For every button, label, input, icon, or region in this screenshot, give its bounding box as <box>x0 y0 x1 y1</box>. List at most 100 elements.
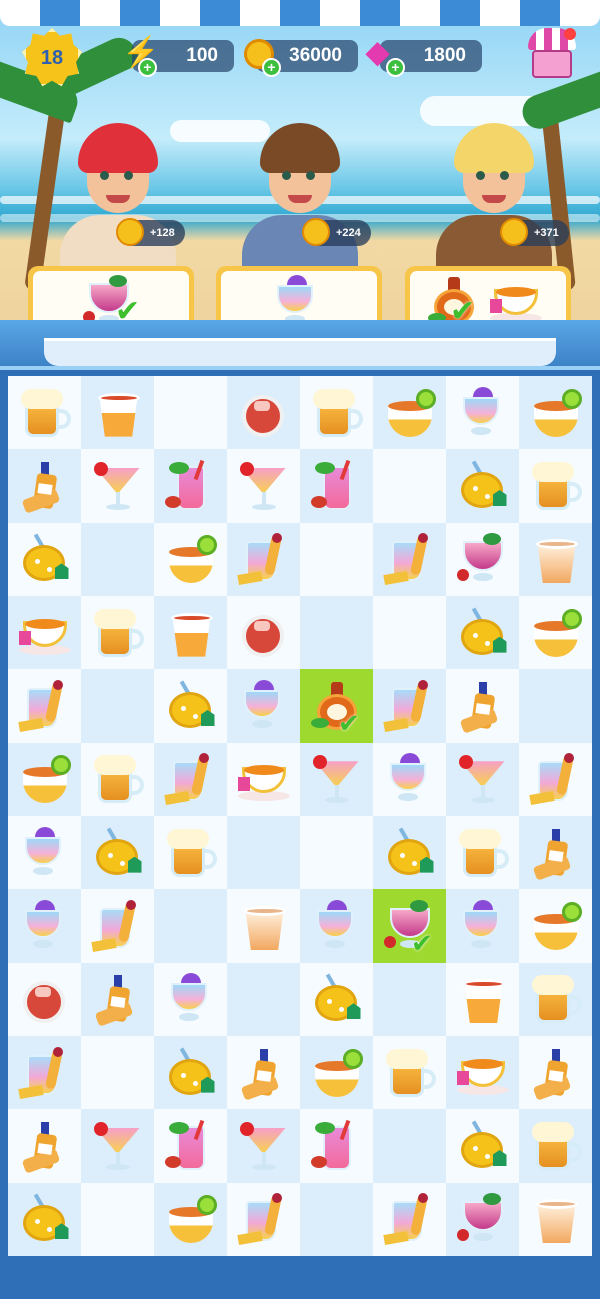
board-cell[interactable] <box>373 742 446 816</box>
board-cell[interactable] <box>519 449 592 523</box>
board-cell[interactable] <box>81 376 154 450</box>
board-cell[interactable] <box>300 1109 373 1183</box>
board-cell[interactable] <box>300 376 373 450</box>
board-cell[interactable] <box>81 1035 154 1110</box>
board-cell[interactable] <box>373 1182 446 1256</box>
board-cell[interactable] <box>227 669 300 743</box>
board-cell[interactable] <box>519 376 592 450</box>
board-cell[interactable] <box>519 815 592 890</box>
board-cell[interactable] <box>81 449 154 523</box>
board-cell[interactable] <box>373 815 446 890</box>
board-cell[interactable] <box>300 449 373 523</box>
board-cell[interactable] <box>81 522 154 596</box>
board-cell[interactable] <box>227 1109 300 1183</box>
board-cell[interactable] <box>227 522 300 596</box>
board-cell[interactable] <box>300 889 373 963</box>
board-cell[interactable] <box>81 595 154 670</box>
board-cell[interactable] <box>446 1182 519 1256</box>
board-cell[interactable] <box>81 1109 154 1183</box>
board-cell[interactable] <box>300 742 373 816</box>
add-gems-icon[interactable]: + <box>386 58 405 77</box>
board-cell[interactable] <box>227 742 300 816</box>
board-cell[interactable] <box>8 1109 81 1183</box>
board-cell[interactable] <box>373 376 446 450</box>
board-cell[interactable] <box>227 889 300 963</box>
board-cell[interactable] <box>81 962 154 1036</box>
board-cell[interactable] <box>227 376 300 450</box>
shop-button[interactable] <box>526 28 578 80</box>
board-cell[interactable] <box>446 449 519 523</box>
board-cell[interactable] <box>154 1035 227 1110</box>
board-cell[interactable] <box>446 889 519 963</box>
board-cell[interactable] <box>8 522 81 596</box>
board-cell[interactable] <box>300 962 373 1036</box>
add-coins-icon[interactable]: + <box>262 58 281 77</box>
board-cell[interactable] <box>154 1182 227 1256</box>
board-cell[interactable] <box>373 962 446 1036</box>
board-cell[interactable] <box>8 376 81 450</box>
board-cell[interactable] <box>227 1035 300 1110</box>
board-cell[interactable] <box>8 669 81 743</box>
board-cell[interactable] <box>446 815 519 890</box>
board-cell[interactable] <box>446 522 519 596</box>
board-cell[interactable] <box>154 449 227 523</box>
board-cell[interactable] <box>81 815 154 890</box>
board-cell[interactable] <box>300 595 373 670</box>
board-cell[interactable] <box>519 742 592 816</box>
board-cell[interactable] <box>446 962 519 1036</box>
coins-counter[interactable]: + 36000 <box>244 39 358 77</box>
board-cell[interactable] <box>519 1035 592 1110</box>
board-cell[interactable] <box>519 1109 592 1183</box>
board-cell[interactable] <box>227 1182 300 1256</box>
board-cell[interactable] <box>227 449 300 523</box>
board-cell[interactable] <box>154 962 227 1036</box>
board-cell[interactable]: ✔ <box>373 889 446 963</box>
board-cell[interactable] <box>81 669 154 743</box>
board-cell[interactable] <box>8 815 81 890</box>
board-cell[interactable] <box>373 522 446 596</box>
board-cell[interactable] <box>446 595 519 670</box>
board-cell[interactable] <box>373 449 446 523</box>
board-cell[interactable] <box>373 669 446 743</box>
board-cell[interactable] <box>300 815 373 890</box>
board-cell[interactable] <box>446 376 519 450</box>
board-cell[interactable] <box>154 376 227 450</box>
board-cell[interactable] <box>446 1109 519 1183</box>
board-cell[interactable] <box>519 595 592 670</box>
board-cell[interactable] <box>446 1035 519 1110</box>
board-cell[interactable] <box>8 962 81 1036</box>
board-cell[interactable] <box>81 1182 154 1256</box>
board-cell[interactable] <box>81 889 154 963</box>
board-cell[interactable] <box>300 1035 373 1110</box>
board-cell[interactable] <box>300 522 373 596</box>
energy-counter[interactable]: ⚡ + 100 <box>122 38 234 77</box>
board-cell[interactable] <box>8 742 81 816</box>
customer-1[interactable] <box>52 115 182 285</box>
board-cell[interactable] <box>154 742 227 816</box>
board-cell[interactable] <box>519 889 592 963</box>
board-cell[interactable] <box>373 1035 446 1110</box>
board-cell[interactable] <box>154 889 227 963</box>
board-cell[interactable] <box>154 815 227 890</box>
board-cell[interactable] <box>227 595 300 670</box>
board-cell[interactable] <box>519 962 592 1036</box>
board-cell[interactable] <box>519 522 592 596</box>
board-cell[interactable] <box>519 669 592 743</box>
board-cell[interactable] <box>373 1109 446 1183</box>
customer-2[interactable] <box>234 115 364 285</box>
board-cell[interactable] <box>373 595 446 670</box>
board-cell[interactable] <box>154 522 227 596</box>
board-cell[interactable] <box>81 742 154 816</box>
board-cell[interactable] <box>8 1035 81 1110</box>
board-cell[interactable] <box>227 962 300 1036</box>
board-cell[interactable] <box>154 595 227 670</box>
board-cell[interactable] <box>519 1182 592 1256</box>
board-cell[interactable] <box>8 889 81 963</box>
add-energy-icon[interactable]: + <box>138 58 157 77</box>
board-cell[interactable] <box>300 1182 373 1256</box>
gems-counter[interactable]: ◆ + 1800 <box>366 38 482 77</box>
board-cell[interactable]: ✔ <box>300 669 373 743</box>
board-cell[interactable] <box>446 742 519 816</box>
board-cell[interactable] <box>154 669 227 743</box>
board-cell[interactable] <box>154 1109 227 1183</box>
